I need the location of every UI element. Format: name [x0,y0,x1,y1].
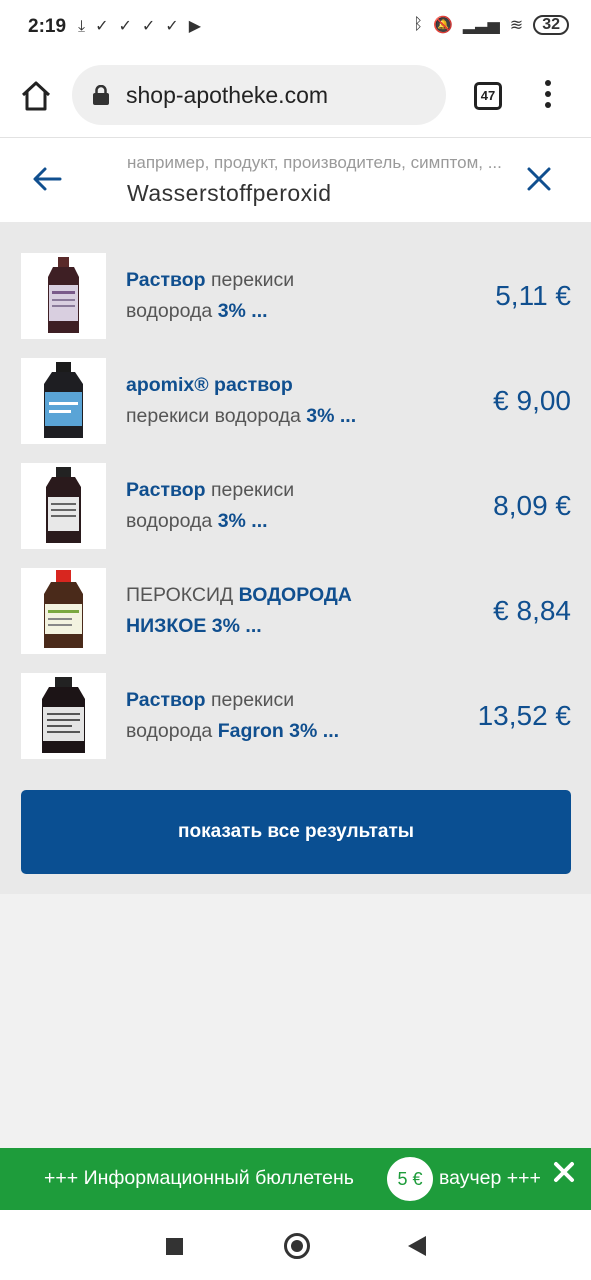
back-arrow-icon[interactable] [32,166,62,192]
product-name: Раствор перекиси водорода 3% ... [126,269,295,322]
result-item[interactable]: Раствор перекиси водорода 3% ... 8,09 € [21,463,571,549]
home-button[interactable] [18,78,54,114]
bottle-image [44,362,83,438]
banner-text: ваучер +++ [439,1167,541,1189]
clear-search-icon[interactable] [526,166,552,192]
product-price: € 8,84 [493,595,571,626]
product-thumbnail [21,463,106,549]
back-nav-button[interactable] [408,1236,426,1256]
bottle-image [48,257,79,333]
show-all-results-button[interactable]: показать все результаты [21,790,571,874]
dot-icon [545,91,551,97]
product-thumbnail [21,568,106,654]
status-bar: 2:19 ⤓ ✓ ✓ ✓ ✓ ▶ ᛒ 🔕 ▂▃▅ ≋ 32 [0,0,591,56]
check-icon: ✓ [165,18,179,35]
close-icon[interactable] [553,1161,575,1183]
check-icon: ✓ [118,18,132,35]
wifi-icon: ≋ [509,17,524,34]
product-price: € 9,00 [493,385,571,416]
product-thumbnail [21,253,106,339]
product-thumbnail [21,358,106,444]
signal-icon: ▂▃▅ [462,17,500,34]
lock-icon [93,85,109,105]
battery-indicator: 32 [533,15,569,35]
home-dot-icon [291,1240,303,1252]
dot-icon [545,102,551,108]
mute-icon: 🔕 [432,17,453,34]
browser-toolbar: shop-apotheke.com 47 [0,56,591,138]
result-item[interactable]: Раствор перекиси водорода 3% ... 5,11 € [21,253,571,339]
bottle-image [42,677,85,753]
dot-icon [545,80,551,86]
product-price: 5,11 € [495,280,571,311]
recents-button[interactable] [166,1238,183,1255]
product-price: 8,09 € [493,490,571,521]
bluetooth-icon: ᛒ [413,16,423,33]
system-navigation-bar [0,1210,591,1280]
product-price: 13,52 € [477,700,571,731]
home-nav-button[interactable] [284,1233,310,1259]
banner-text: +++ Информационный бюллетень [44,1167,354,1189]
youtube-icon: ▶ [188,18,202,35]
result-item[interactable]: Раствор перекиси водорода Fagron 3% ... … [21,673,571,759]
overflow-menu-button[interactable] [540,80,556,116]
search-placeholder: например, продукт, производитель, симпто… [127,153,502,172]
newsletter-banner[interactable]: +++ Информационный бюллетень 5 € ваучер … [0,1148,591,1210]
search-header: например, продукт, производитель, симпто… [0,138,591,222]
status-time: 2:19 [28,16,67,37]
check-icon: ✓ [141,18,156,35]
product-name: Раствор перекиси водорода Fagron 3% ... [126,689,340,742]
product-name: Раствор перекиси водорода 3% ... [126,479,295,532]
voucher-badge: 5 € [387,1157,433,1201]
url-text: shop-apotheke.com [126,82,329,108]
check-icon: ✓ [95,18,109,35]
address-bar[interactable]: shop-apotheke.com [72,65,446,125]
product-name: ПЕРОКСИД ВОДОРОДА НИЗКОЕ 3% ... [126,584,352,637]
result-item[interactable]: apomix® раствор перекиси водорода 3% ...… [21,358,571,444]
search-results: Раствор перекиси водорода 3% ... 5,11 € … [0,222,591,894]
product-name: apomix® раствор перекиси водорода 3% ... [126,374,357,427]
download-icon: ⤓ [78,18,86,35]
result-item[interactable]: ПЕРОКСИД ВОДОРОДА НИЗКОЕ 3% ... € 8,84 [21,568,571,654]
notification-icons: ⤓ ✓ ✓ ✓ ✓ ▶ [78,16,201,38]
product-thumbnail [21,673,106,759]
bottle-image [44,570,83,648]
home-icon [21,81,51,111]
tab-switcher-button[interactable]: 47 [474,82,502,110]
bottle-image [46,467,81,543]
search-input[interactable]: Wasserstoffperoxid [127,180,332,207]
system-icons: ᛒ 🔕 ▂▃▅ ≋ 32 [413,15,569,35]
